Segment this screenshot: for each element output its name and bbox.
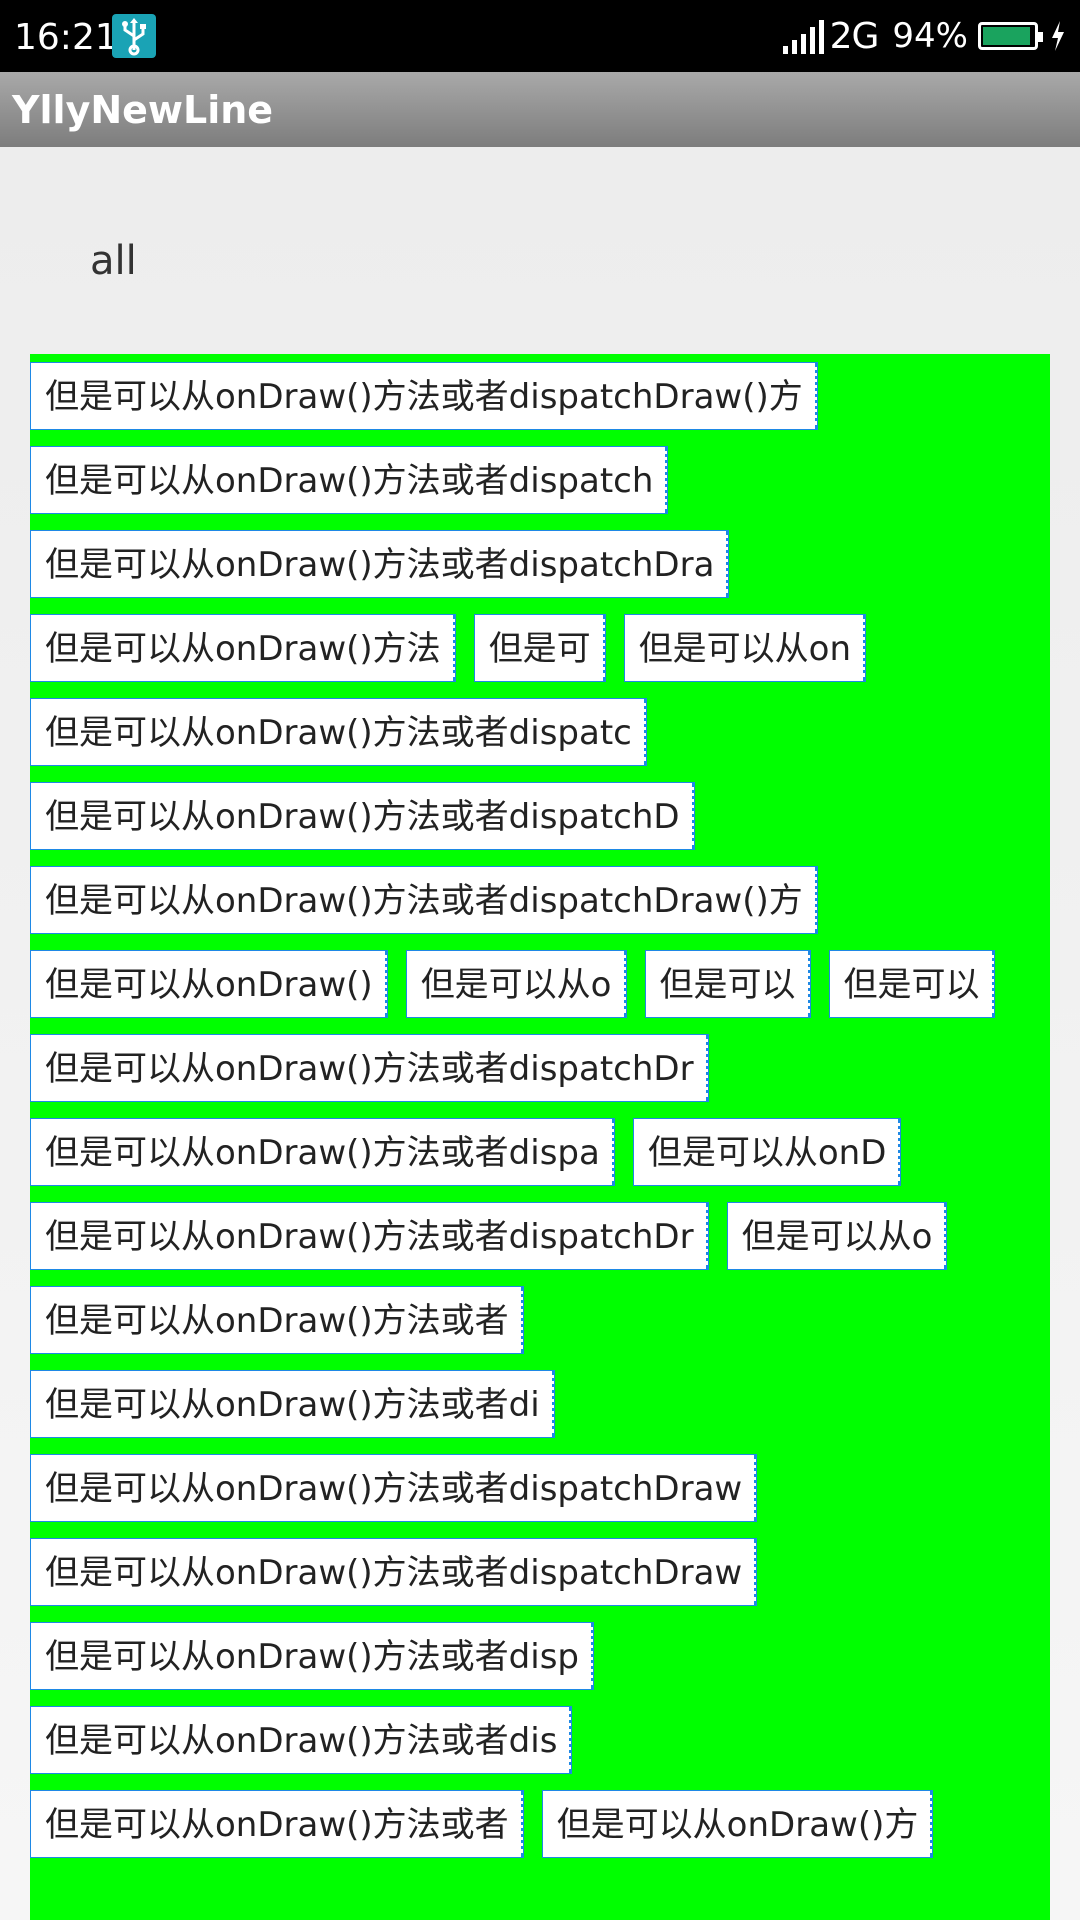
filter-label[interactable]: all <box>90 238 137 284</box>
tag-item[interactable]: 但是可以从onDraw()方法或者dispatc <box>30 698 647 766</box>
tag-item[interactable]: 但是可以从onDraw()方法或者 <box>30 1286 524 1354</box>
tag-row: 但是可以从onDraw()方法或者 <box>30 1286 1050 1356</box>
tag-row: 但是可以从onDraw()方法或者dispatchDr 但是可以从o <box>30 1202 1050 1272</box>
tag-item[interactable]: 但是可以从onDraw()方 <box>541 1790 934 1858</box>
status-time: 16:21 <box>14 17 118 58</box>
status-bar: 16:21 2G 94% <box>0 0 1080 72</box>
tag-item[interactable]: 但是可以从onD <box>632 1118 902 1186</box>
tag-item[interactable]: 但是可以从onDraw()方法或者dispatchDraw()方 <box>30 362 818 430</box>
tag-item[interactable]: 但是可以 <box>644 950 811 1018</box>
app-bar: YllyNewLine <box>0 72 1080 147</box>
tag-row: 但是可以从onDraw()方法或者dispatchDraw <box>30 1454 1050 1524</box>
tag-item[interactable]: 但是可以从onDraw()方法或者dispatch <box>30 446 669 514</box>
tag-item[interactable]: 但是可以从onDraw()方法或者disp <box>30 1622 595 1690</box>
tag-item[interactable]: 但是可以从onDraw()方法或者dispatchDr <box>30 1034 709 1102</box>
tag-row: 但是可以从onDraw()方法或者dispa 但是可以从onD <box>30 1118 1050 1188</box>
tag-row: 但是可以从onDraw()方法或者disp <box>30 1622 1050 1692</box>
network-type: 2G <box>829 15 880 57</box>
tag-item[interactable]: 但是可以从onDraw() <box>30 950 388 1018</box>
tag-item[interactable]: 但是可以 <box>828 950 995 1018</box>
tag-item[interactable]: 但是可以从onDraw()方法或者dispatchD <box>30 782 695 850</box>
tag-item[interactable]: 但是可以从onDraw()方法或者di <box>30 1370 555 1438</box>
tag-row: 但是可以从onDraw()方法或者di <box>30 1370 1050 1440</box>
tag-row: 但是可以从onDraw()方法或者dispatc <box>30 698 1050 768</box>
tag-row: 但是可以从onDraw()方法或者dis <box>30 1706 1050 1776</box>
tag-item[interactable]: 但是可 <box>473 614 606 682</box>
tag-row: 但是可以从onDraw()方法或者dispatch <box>30 446 1050 516</box>
tag-item[interactable]: 但是可以从onDraw()方法或者dispatchDraw <box>30 1538 758 1606</box>
tag-item[interactable]: 但是可以从onDraw()方法或者dispatchDraw <box>30 1454 758 1522</box>
tag-row: 但是可以从onDraw()方法或者dispatchD <box>30 782 1050 852</box>
tag-row: 但是可以从onDraw()方法或者dispatchDraw <box>30 1538 1050 1608</box>
usb-icon <box>112 14 156 58</box>
tag-item[interactable]: 但是可以从onDraw()方法或者 <box>30 1790 524 1858</box>
tag-item[interactable]: 但是可以从onDraw()方法或者dis <box>30 1706 573 1774</box>
battery-icon <box>978 22 1043 50</box>
app-title: YllyNewLine <box>12 88 274 132</box>
tag-row: 但是可以从onDraw()方法或者dispatchDra <box>30 530 1050 600</box>
tag-item[interactable]: 但是可以从onDraw()方法 <box>30 614 456 682</box>
tag-item[interactable]: 但是可以从on <box>623 614 867 682</box>
tag-item[interactable]: 但是可以从onDraw()方法或者dispatchDraw()方 <box>30 866 818 934</box>
tag-item[interactable]: 但是可以从onDraw()方法或者dispa <box>30 1118 615 1186</box>
tag-row: 但是可以从onDraw()方法或者dispatchDraw()方 <box>30 866 1050 936</box>
tag-item[interactable]: 但是可以从onDraw()方法或者dispatchDra <box>30 530 730 598</box>
tag-item[interactable]: 但是可以从o <box>726 1202 948 1270</box>
tag-item[interactable]: 但是可以从onDraw()方法或者dispatchDr <box>30 1202 709 1270</box>
tag-flow-layout: 但是可以从onDraw()方法或者dispatchDraw()方 但是可以从onD… <box>30 354 1050 1920</box>
tag-row: 但是可以从onDraw()方法 但是可 但是可以从on <box>30 614 1050 684</box>
tag-row: 但是可以从onDraw()方法或者dispatchDraw()方 <box>30 362 1050 432</box>
tag-item[interactable]: 但是可以从o <box>405 950 627 1018</box>
tag-row: 但是可以从onDraw() 但是可以从o 但是可以 但是可以 <box>30 950 1050 1020</box>
signal-icon <box>782 18 824 54</box>
tag-row: 但是可以从onDraw()方法或者 但是可以从onDraw()方 <box>30 1790 1050 1860</box>
tag-row: 但是可以从onDraw()方法或者dispatchDr <box>30 1034 1050 1104</box>
charging-icon <box>1052 21 1064 51</box>
battery-percent: 94% <box>892 16 968 56</box>
